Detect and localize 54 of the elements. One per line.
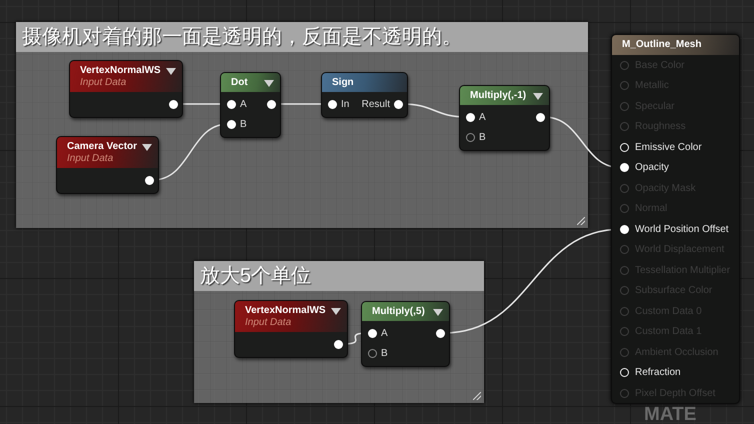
- pin-label: Emissive Color: [635, 142, 702, 153]
- pin-icon[interactable]: [536, 112, 545, 122]
- graph-node[interactable]: Multiply(,-1) A B: [459, 85, 550, 151]
- pin-icon[interactable]: [368, 328, 377, 338]
- pin-icon[interactable]: [436, 328, 445, 338]
- node-title: Multiply(,5): [372, 306, 425, 318]
- graph-node[interactable]: VertexNormalWS Input Data: [234, 300, 348, 358]
- pin-icon[interactable]: [227, 100, 236, 108]
- pin-icon[interactable]: [328, 100, 337, 108]
- graph-node[interactable]: VertexNormalWS Input Data: [69, 60, 183, 118]
- result-node[interactable]: [611, 34, 740, 404]
- pin-icon[interactable]: [145, 176, 154, 184]
- dropdown-arrow-icon[interactable]: [533, 93, 543, 100]
- dropdown-arrow-icon[interactable]: [166, 68, 176, 75]
- node-subtitle: Input Data: [245, 317, 292, 329]
- node-title: M_Outline_Mesh: [612, 35, 739, 55]
- node-subtitle: Input Data: [80, 77, 128, 89]
- pin-label: Result: [362, 98, 390, 110]
- pin-icon[interactable]: [620, 163, 629, 172]
- pin-label: World Position Offset: [635, 224, 729, 235]
- node-subtitle: Input Data: [67, 153, 114, 165]
- graph-watermark: MATE: [644, 405, 696, 424]
- dropdown-arrow-icon[interactable]: [331, 308, 341, 315]
- pin-icon[interactable]: [334, 340, 343, 348]
- pin-label: Refraction: [635, 367, 681, 378]
- node-title: VertexNormalWS: [245, 305, 326, 317]
- pin-label: B: [479, 132, 486, 142]
- pin-label: In: [341, 98, 350, 110]
- pin-label: A: [240, 98, 247, 110]
- pin-icon[interactable]: [466, 112, 475, 122]
- node-title: Camera Vector: [67, 141, 138, 153]
- dropdown-arrow-icon[interactable]: [264, 80, 274, 87]
- dropdown-arrow-icon[interactable]: [142, 144, 152, 151]
- graph-node[interactable]: Multiply(,5) A B: [361, 301, 450, 367]
- node-title: Sign: [332, 77, 354, 89]
- graph-node[interactable]: Sign In Result: [321, 72, 408, 118]
- pin-label: B: [240, 118, 247, 130]
- pin-label: B: [381, 348, 388, 358]
- pin-icon[interactable]: [267, 100, 276, 108]
- pin-icon[interactable]: [227, 120, 236, 128]
- pin-icon[interactable]: [169, 100, 178, 108]
- node-title: VertexNormalWS: [80, 65, 161, 77]
- pin-label: A: [381, 328, 388, 338]
- node-title: Multiply(,-1): [470, 90, 526, 102]
- pin-label: Opacity: [635, 162, 669, 174]
- pin-label: A: [479, 112, 486, 122]
- resize-handle-icon[interactable]: [473, 392, 481, 400]
- resize-handle-icon[interactable]: [577, 217, 585, 225]
- node-title: Dot: [231, 77, 248, 89]
- dropdown-arrow-icon[interactable]: [433, 309, 443, 316]
- pin-icon[interactable]: [394, 100, 403, 108]
- graph-node[interactable]: Camera Vector Input Data: [56, 136, 159, 194]
- graph-node[interactable]: Dot A B: [220, 72, 281, 138]
- pin-icon[interactable]: [620, 224, 629, 234]
